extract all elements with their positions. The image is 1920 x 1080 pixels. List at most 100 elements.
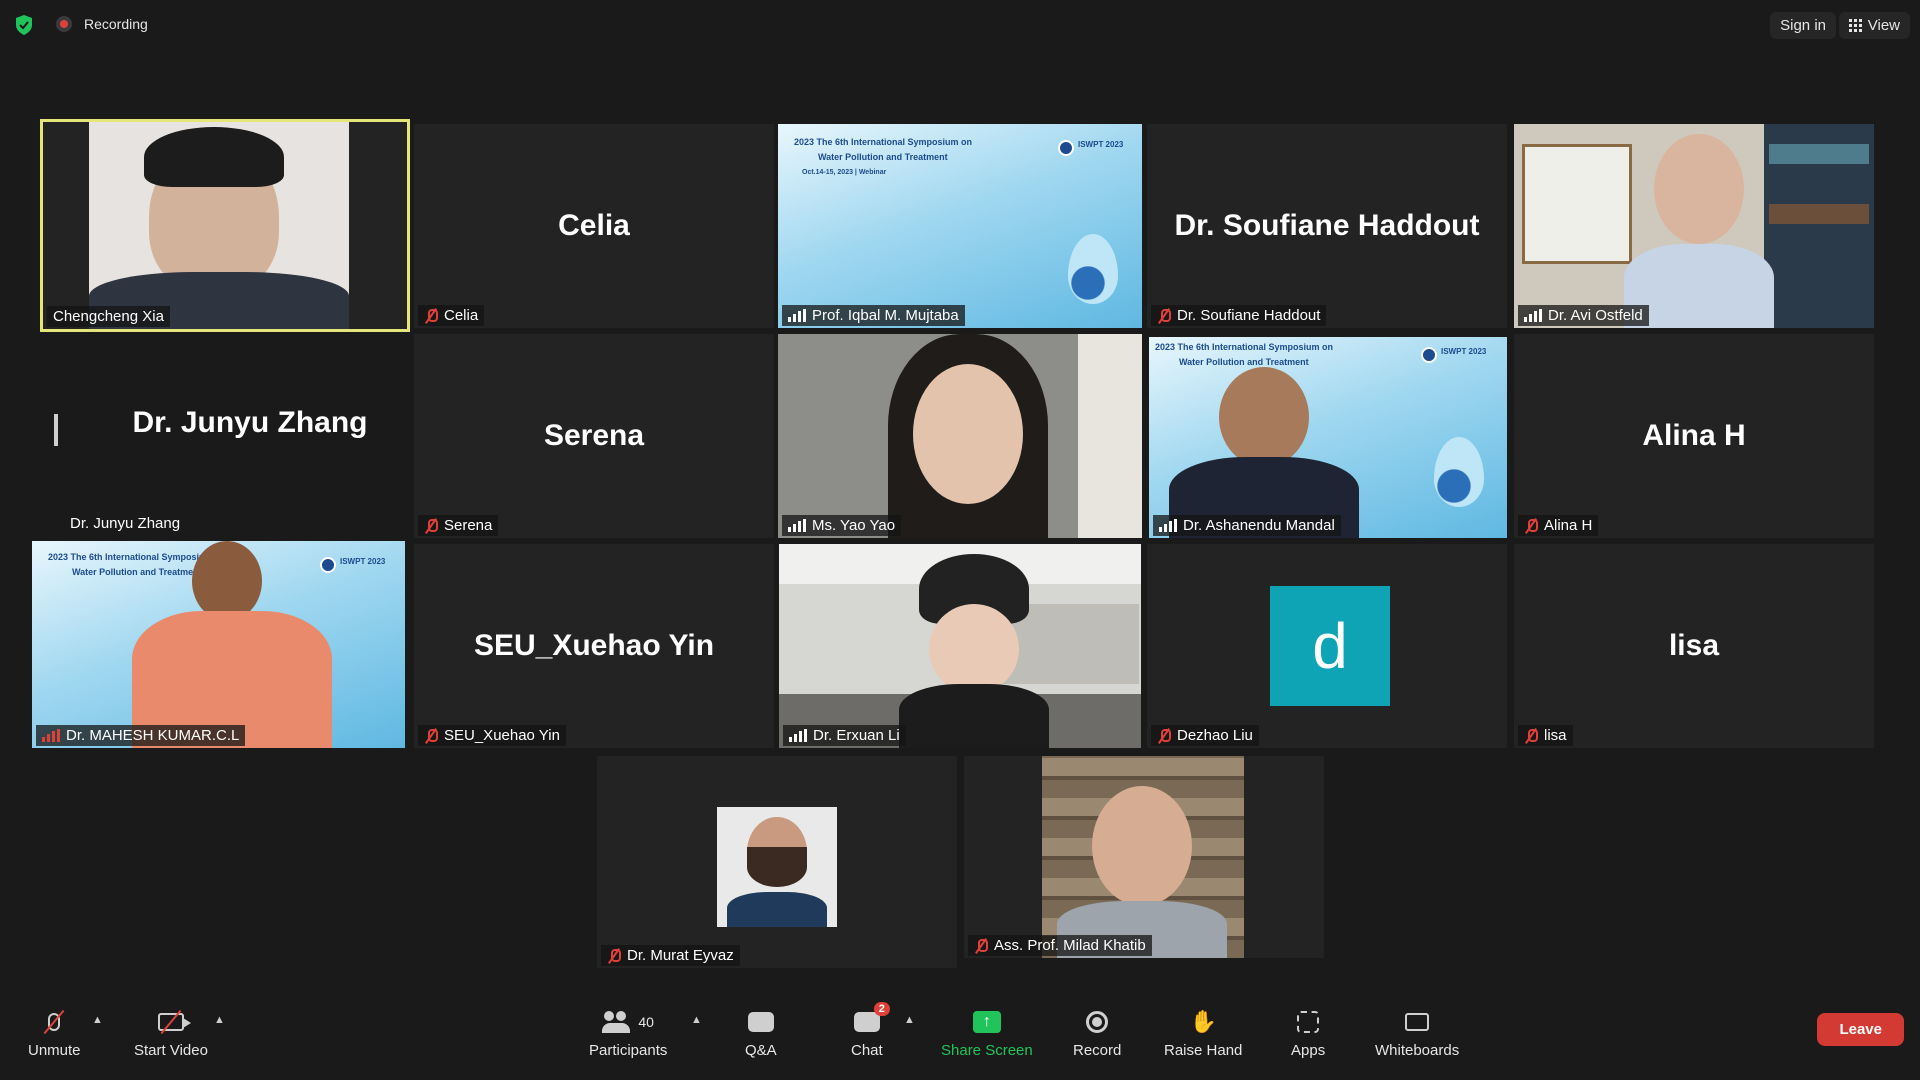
video-tile-alina[interactable]: Alina H Alina H <box>1514 334 1874 538</box>
start-video-label: Start Video <box>134 1042 208 1059</box>
camera-off-icon <box>156 1008 191 1036</box>
participant-name: Celia <box>558 209 630 242</box>
whiteboard-icon <box>1402 1008 1432 1036</box>
apps-button[interactable]: Apps <box>1291 1008 1325 1059</box>
video-tile-xuehao[interactable]: SEU_Xuehao Yin SEU_Xuehao Yin <box>414 544 774 748</box>
raise-hand-button[interactable]: ✋ Raise Hand <box>1164 1008 1242 1059</box>
participant-name: lisa <box>1668 629 1720 662</box>
video-tile-serena[interactable]: Serena Serena <box>414 334 774 538</box>
record-button[interactable]: Record <box>1073 1008 1121 1059</box>
qa-button[interactable]: Q&A <box>745 1008 777 1059</box>
participant-label: Dr. Erxuan Li <box>783 725 906 746</box>
participant-label: Chengcheng Xia <box>47 306 170 327</box>
hand-icon: ✋ <box>1189 1009 1217 1034</box>
iswpt-logo-icon <box>1421 347 1437 363</box>
water-drop-icon <box>1068 234 1118 304</box>
record-label: Record <box>1073 1042 1122 1059</box>
participants-label: Participants <box>589 1042 668 1059</box>
video-tile-murat[interactable]: Dr. Murat Eyvaz <box>597 756 957 968</box>
start-video-button[interactable]: Start Video <box>134 1008 208 1059</box>
participants-button[interactable]: 40 Participants <box>589 1008 667 1059</box>
share-screen-label: Share Screen <box>941 1042 1033 1059</box>
mic-muted-icon <box>1524 518 1538 534</box>
mic-muted-icon <box>424 728 438 744</box>
signal-icon <box>1524 309 1542 322</box>
mic-muted-icon <box>1524 728 1538 744</box>
participant-name: SEU_Xuehao Yin <box>473 629 715 662</box>
signal-icon <box>788 519 806 532</box>
video-tile-mahesh[interactable]: 2023 The 6th International Symposium on … <box>32 541 405 748</box>
sign-in-button[interactable]: Sign in <box>1770 12 1836 39</box>
video-tile-lisa[interactable]: lisa lisa <box>1514 544 1874 748</box>
mic-muted-icon <box>607 948 621 964</box>
slide-subtitle: Water Pollution and Treatment <box>818 152 948 162</box>
video-tile-soufiane[interactable]: Dr. Soufiane Haddout Dr. Soufiane Haddou… <box>1147 124 1507 328</box>
slide-title: 2023 The 6th International Symposium on <box>1155 342 1334 352</box>
microphone-muted-icon <box>39 1008 69 1036</box>
signal-icon <box>788 309 806 322</box>
participant-name: Serena <box>543 419 645 452</box>
mic-muted-icon <box>1157 728 1171 744</box>
video-tile-avi[interactable]: Dr. Avi Ostfeld <box>1514 124 1874 328</box>
view-button[interactable]: View <box>1838 12 1910 39</box>
leave-button[interactable]: Leave <box>1817 1013 1904 1046</box>
mic-muted-icon <box>1157 308 1171 324</box>
slide-logo-text: ISWPT 2023 <box>1078 140 1124 149</box>
video-tile-chengcheng[interactable]: Chengcheng Xia <box>40 119 410 332</box>
chat-badge: 2 <box>873 1002 890 1016</box>
participants-count: 40 <box>638 1014 654 1030</box>
participant-label: Dr. Soufiane Haddout <box>1151 305 1327 326</box>
video-tile-ashanendu[interactable]: 2023 The 6th International Symposium on … <box>1149 337 1507 538</box>
record-icon <box>1082 1008 1112 1036</box>
participant-label: lisa <box>1518 725 1573 746</box>
video-options-caret-icon[interactable]: ▲ <box>214 1014 225 1026</box>
video-tile-dezhao[interactable]: d Dezhao Liu <box>1147 544 1507 748</box>
whiteboards-button[interactable]: Whiteboards <box>1375 1008 1459 1059</box>
participant-name: Alina H <box>1642 419 1746 452</box>
water-drop-icon <box>1434 437 1484 507</box>
iswpt-logo-icon <box>1058 140 1074 156</box>
apps-label: Apps <box>1291 1042 1326 1059</box>
meeting-toolbar: Unmute ▲ Start Video ▲ 40 Participants ▲… <box>0 998 1920 1080</box>
participant-video <box>1514 124 1874 328</box>
signal-icon <box>789 729 807 742</box>
video-tile-junyu[interactable]: Dr. Junyu Zhang Dr. Junyu Zhang <box>32 334 408 536</box>
participant-label: Serena <box>418 515 499 536</box>
participant-video <box>89 122 349 329</box>
top-bar: Recording Sign in View <box>0 0 1920 50</box>
chat-icon: 2 <box>852 1002 890 1036</box>
unmute-button[interactable]: Unmute <box>28 1008 81 1059</box>
video-tile-erxuan[interactable]: Dr. Erxuan Li <box>779 544 1141 748</box>
chat-options-caret-icon[interactable]: ▲ <box>904 1014 915 1026</box>
avatar: d <box>1270 586 1390 706</box>
participant-label: Dr. Murat Eyvaz <box>601 945 740 966</box>
share-screen-button[interactable]: ↑ Share Screen <box>941 1008 1033 1059</box>
participants-options-caret-icon[interactable]: ▲ <box>691 1014 702 1026</box>
apps-icon <box>1293 1008 1323 1036</box>
slide-title: 2023 The 6th International Symposium on <box>794 137 973 147</box>
participant-video <box>1042 756 1244 958</box>
audio-options-caret-icon[interactable]: ▲ <box>92 1014 103 1026</box>
record-icon <box>56 16 72 32</box>
shield-icon[interactable] <box>14 14 34 36</box>
slide-logo-text: ISWPT 2023 <box>1441 347 1487 356</box>
participant-video <box>779 544 1141 748</box>
video-tile-celia[interactable]: Celia Celia <box>414 124 774 328</box>
mic-muted-icon <box>424 518 438 534</box>
recording-indicator[interactable]: Recording <box>56 16 148 32</box>
participant-label: Prof. Iqbal M. Mujtaba <box>782 305 965 326</box>
participant-label: Dr. Avi Ostfeld <box>1518 305 1649 326</box>
signal-icon <box>1159 519 1177 532</box>
audio-indicator-icon <box>54 414 58 446</box>
slide-subtitle: Water Pollution and Treatment <box>1179 357 1309 367</box>
chat-button[interactable]: 2 Chat <box>851 1002 890 1059</box>
video-tile-milad[interactable]: Ass. Prof. Milad Khatib <box>964 756 1324 958</box>
video-tile-yaoyao[interactable]: Ms. Yao Yao <box>778 334 1142 538</box>
participant-label: Alina H <box>1518 515 1599 536</box>
slide-subtitle: Water Pollution and Treatment <box>72 567 202 577</box>
video-tile-iqbal[interactable]: 2023 The 6th International Symposium on … <box>778 124 1142 328</box>
participant-label: Ass. Prof. Milad Khatib <box>968 935 1152 956</box>
view-label: View <box>1867 17 1900 34</box>
chat-label: Chat <box>851 1042 883 1059</box>
participant-label: Celia <box>418 305 485 326</box>
